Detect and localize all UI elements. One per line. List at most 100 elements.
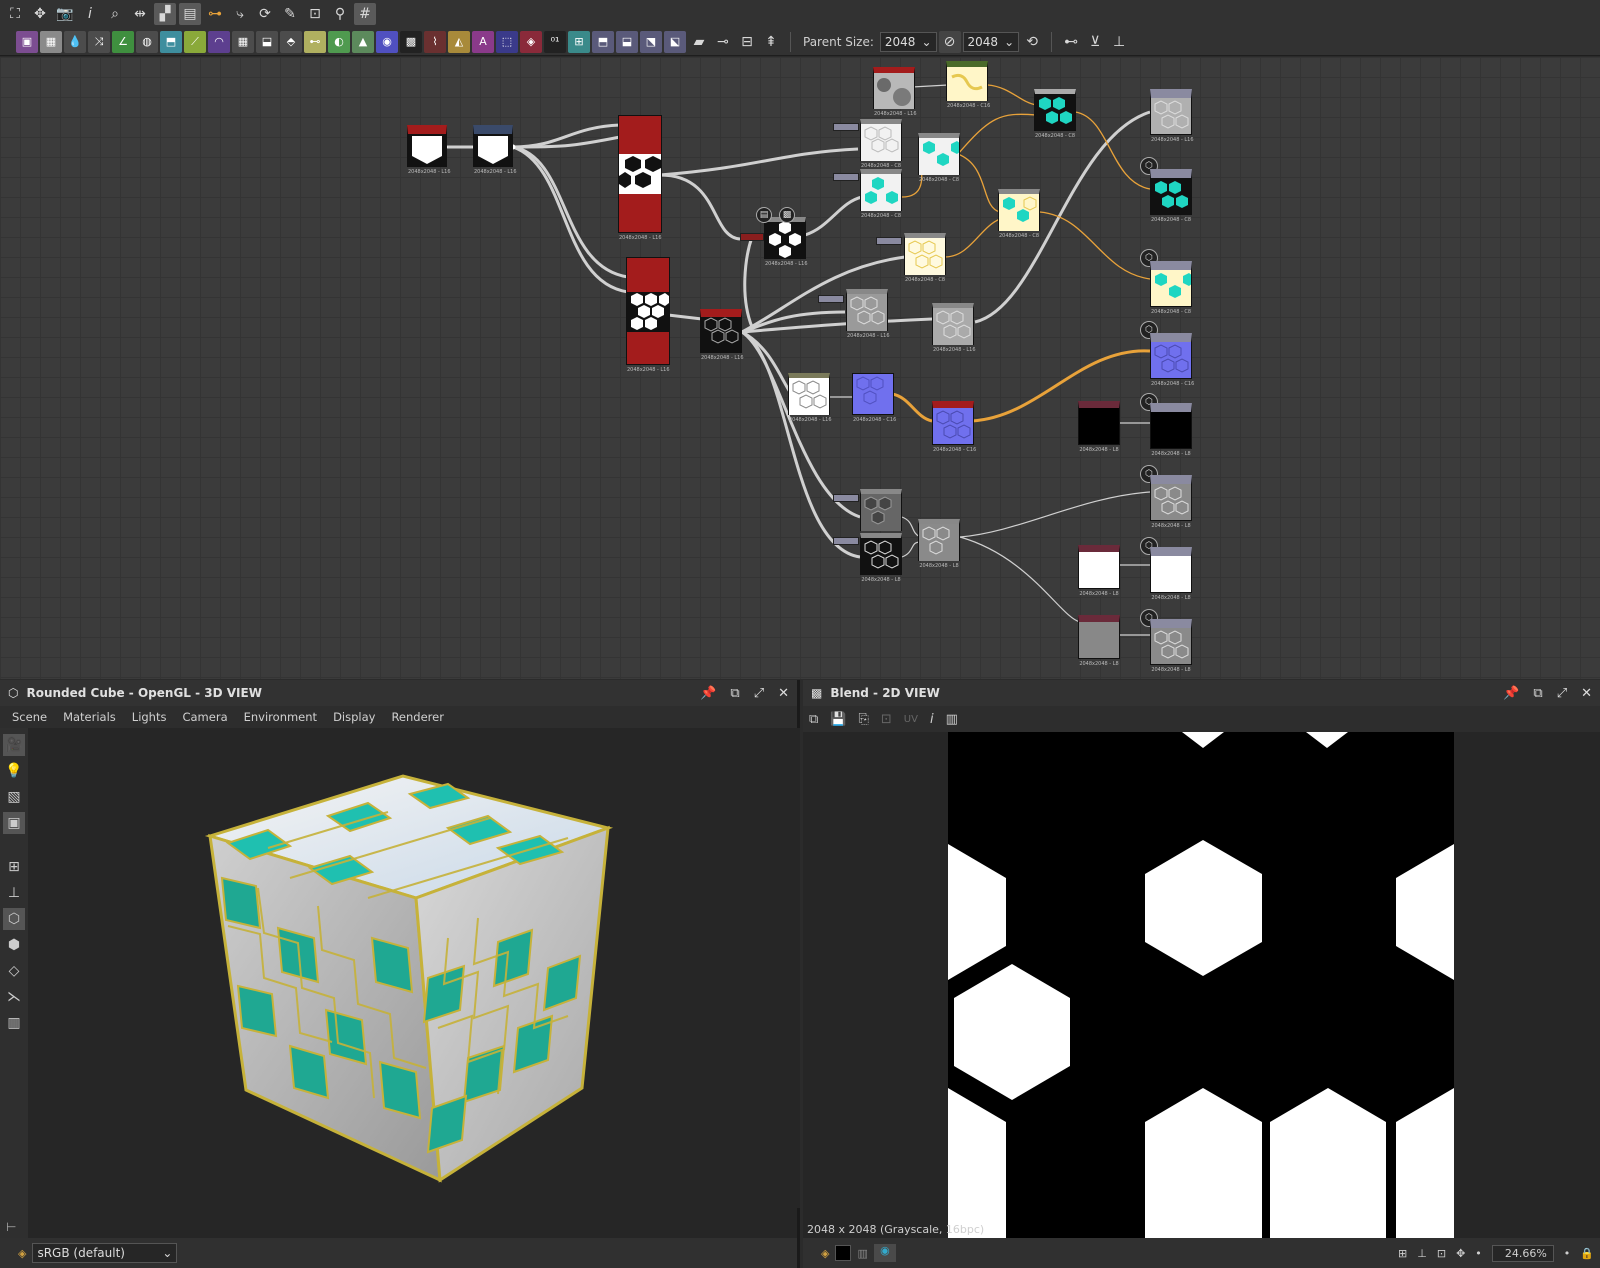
vertical-align-icon[interactable]: ⊻ xyxy=(1084,31,1106,53)
shape-node[interactable]: 2048x2048 - L16 xyxy=(473,125,517,175)
emboss-node-icon[interactable]: ⬓ xyxy=(256,30,278,53)
output-node-icon[interactable]: ⬓ xyxy=(616,30,638,53)
transform-node-icon[interactable]: ⬒ xyxy=(160,30,182,53)
wireframe-icon[interactable]: ⬢ xyxy=(3,934,25,956)
light-icon[interactable]: 💡 xyxy=(3,760,25,782)
grid-icon[interactable]: ⊞ xyxy=(1398,1247,1407,1260)
parent-size-width-select[interactable]: 2048 ⌄ xyxy=(879,31,937,52)
frame-selected-icon[interactable]: ✥ xyxy=(29,3,51,25)
menu-renderer[interactable]: Renderer xyxy=(383,710,452,724)
curve-node-icon[interactable]: ∠ xyxy=(112,30,134,53)
colorspace-select[interactable]: sRGB (default) ⌄ xyxy=(32,1243,178,1263)
color-display-icon[interactable]: ◉ xyxy=(873,1244,896,1262)
environment-icon[interactable]: ▧ xyxy=(3,786,25,808)
pixel-processor-icon[interactable]: ⊞ xyxy=(568,30,590,53)
export-icon[interactable]: ⊡ xyxy=(881,712,892,727)
graph-node-icon[interactable]: ⬕ xyxy=(664,30,686,53)
white-uniform-node[interactable]: 2048x2048 - L8 xyxy=(1078,545,1120,597)
pin-icon[interactable]: ⇞ xyxy=(760,31,782,53)
search-icon[interactable]: ⌕ xyxy=(104,3,126,25)
checker-icon[interactable]: ▩ xyxy=(779,207,795,223)
output-node[interactable]: 2048x2048 - L8 xyxy=(1150,547,1192,601)
tile-generator-node[interactable]: 2048x2048 - L16 xyxy=(618,115,662,241)
frame-all-icon[interactable]: ⛶ xyxy=(4,3,26,25)
bitmap-node-icon[interactable]: ▣ xyxy=(16,30,38,53)
color-node[interactable]: 2048x2048 - C16 xyxy=(946,61,990,109)
noise-node-icon[interactable]: ▩ xyxy=(400,30,422,53)
gradient-node-icon[interactable]: ⟋ xyxy=(184,30,206,53)
grey-hex-node[interactable]: 2048x2048 - L16 xyxy=(932,303,976,353)
grid-snap-icon[interactable]: # xyxy=(354,3,376,25)
2d-viewport[interactable]: 2048 x 2048 (Grayscale, 16bpc) xyxy=(803,732,1600,1238)
tile-generator-node[interactable]: 2048x2048 - L16 xyxy=(626,257,670,373)
fx-node-icon[interactable]: ⁰¹ xyxy=(544,30,566,53)
normal-map-node[interactable]: 2048x2048 - C16 xyxy=(852,373,896,423)
shuffle-node-icon[interactable]: ⤨ xyxy=(88,30,110,53)
grey-hex-node[interactable]: 2048x2048 - L16 xyxy=(846,289,890,339)
histogram-node-icon[interactable]: ▲ xyxy=(352,30,374,53)
expand-icon[interactable]: ⊢ xyxy=(6,1220,16,1234)
menu-environment[interactable]: Environment xyxy=(236,710,325,724)
input-tag[interactable] xyxy=(740,233,764,241)
pin-icon[interactable]: 📌 xyxy=(700,686,716,701)
close-icon[interactable]: ✕ xyxy=(778,686,789,701)
hexagon-edge-node[interactable]: 2048x2048 - L16 xyxy=(700,309,744,361)
output-node[interactable]: 2048x2048 - L16 xyxy=(1150,89,1194,143)
blur-node-icon[interactable]: 💧 xyxy=(64,30,86,53)
paint-node-icon[interactable]: ◈ xyxy=(520,30,542,53)
reset-icon[interactable]: ⟲ xyxy=(1021,31,1043,53)
maximize-icon[interactable]: ⤢ xyxy=(754,686,764,701)
gizmo-icon[interactable]: ⋋ xyxy=(3,986,25,1008)
tile-mode-icon[interactable]: ⊥ xyxy=(1417,1247,1427,1260)
value-node-icon[interactable]: ⬔ xyxy=(640,30,662,53)
yellow-pattern-node[interactable]: 2048x2048 - C8 xyxy=(904,233,946,283)
input-tag[interactable] xyxy=(818,295,844,303)
fill-node-icon[interactable]: ◍ xyxy=(136,30,158,53)
layers-icon[interactable]: ◈ xyxy=(18,1247,26,1260)
menu-lights[interactable]: Lights xyxy=(124,710,175,724)
screenshot-icon[interactable]: 📷 xyxy=(54,3,76,25)
lock-icon[interactable]: 🔒 xyxy=(1580,1247,1594,1260)
noise-node[interactable]: 2048x2048 - L16 xyxy=(873,67,917,117)
menu-scene[interactable]: Scene xyxy=(4,710,55,724)
link-icon[interactable]: ⊶ xyxy=(204,3,226,25)
tools-icon[interactable]: ✎ xyxy=(279,3,301,25)
normal-output-node[interactable]: 2048x2048 - C16 xyxy=(932,401,976,453)
output-node[interactable]: 2048x2048 - C8 xyxy=(1150,169,1192,223)
zoom-reset-icon[interactable]: • xyxy=(1564,1247,1571,1260)
plane-icon[interactable]: ◇ xyxy=(3,960,25,982)
snap-align-icon[interactable]: ⊥ xyxy=(1108,31,1130,53)
grey-uniform-node[interactable]: 2048x2048 - L8 xyxy=(1078,615,1120,667)
refresh-icon[interactable]: ⟳ xyxy=(254,3,276,25)
black-uniform-node[interactable]: 2048x2048 - L8 xyxy=(1078,401,1120,453)
input-tag[interactable] xyxy=(833,123,859,131)
maximize-icon[interactable]: ⤢ xyxy=(1557,686,1567,701)
black-channel-icon[interactable] xyxy=(835,1245,852,1261)
link-size-icon[interactable]: ⊘ xyxy=(938,30,961,53)
black-hex-node[interactable]: 2048x2048 - L8 xyxy=(860,533,902,583)
color-wheel-node-icon[interactable]: ◉ xyxy=(376,30,398,53)
parent-size-height-select[interactable]: 2048 ⌄ xyxy=(962,31,1020,52)
output-node[interactable]: 2048x2048 - L8 xyxy=(1150,403,1192,457)
undock-icon[interactable]: ⧉ xyxy=(1533,686,1542,701)
output-node[interactable]: 2048x2048 - L8 xyxy=(1150,475,1192,529)
shape-node[interactable]: 2048x2048 - L16 xyxy=(407,125,451,175)
zoom-field[interactable]: 24.66% xyxy=(1491,1244,1554,1262)
output-node[interactable]: 2048x2048 - C16 xyxy=(1150,333,1194,387)
fit-icon[interactable]: ⊡ xyxy=(1437,1247,1446,1260)
input-node-icon[interactable]: ⬒ xyxy=(592,30,614,53)
layout-icon[interactable]: ▞ xyxy=(154,3,176,25)
copy-icon[interactable]: ⎘ xyxy=(858,712,868,727)
comment-icon[interactable]: ▰ xyxy=(688,31,710,53)
menu-display[interactable]: Display xyxy=(325,710,383,724)
warp-node-icon[interactable]: ◠ xyxy=(208,30,230,53)
uv-toggle[interactable]: UV xyxy=(904,714,918,725)
blend-node[interactable]: 2048x2048 - L16 xyxy=(764,217,808,267)
frame-icon[interactable]: ⊟ xyxy=(736,31,758,53)
uv-icon[interactable]: ⊞ xyxy=(3,856,25,878)
render-icon[interactable]: ▣ xyxy=(3,812,25,834)
hsl-node-icon[interactable]: ◐ xyxy=(328,30,350,53)
info-icon[interactable]: i xyxy=(930,712,934,727)
stats-icon[interactable]: ▥ xyxy=(3,1012,25,1034)
align-icon[interactable]: ⇹ xyxy=(129,3,151,25)
